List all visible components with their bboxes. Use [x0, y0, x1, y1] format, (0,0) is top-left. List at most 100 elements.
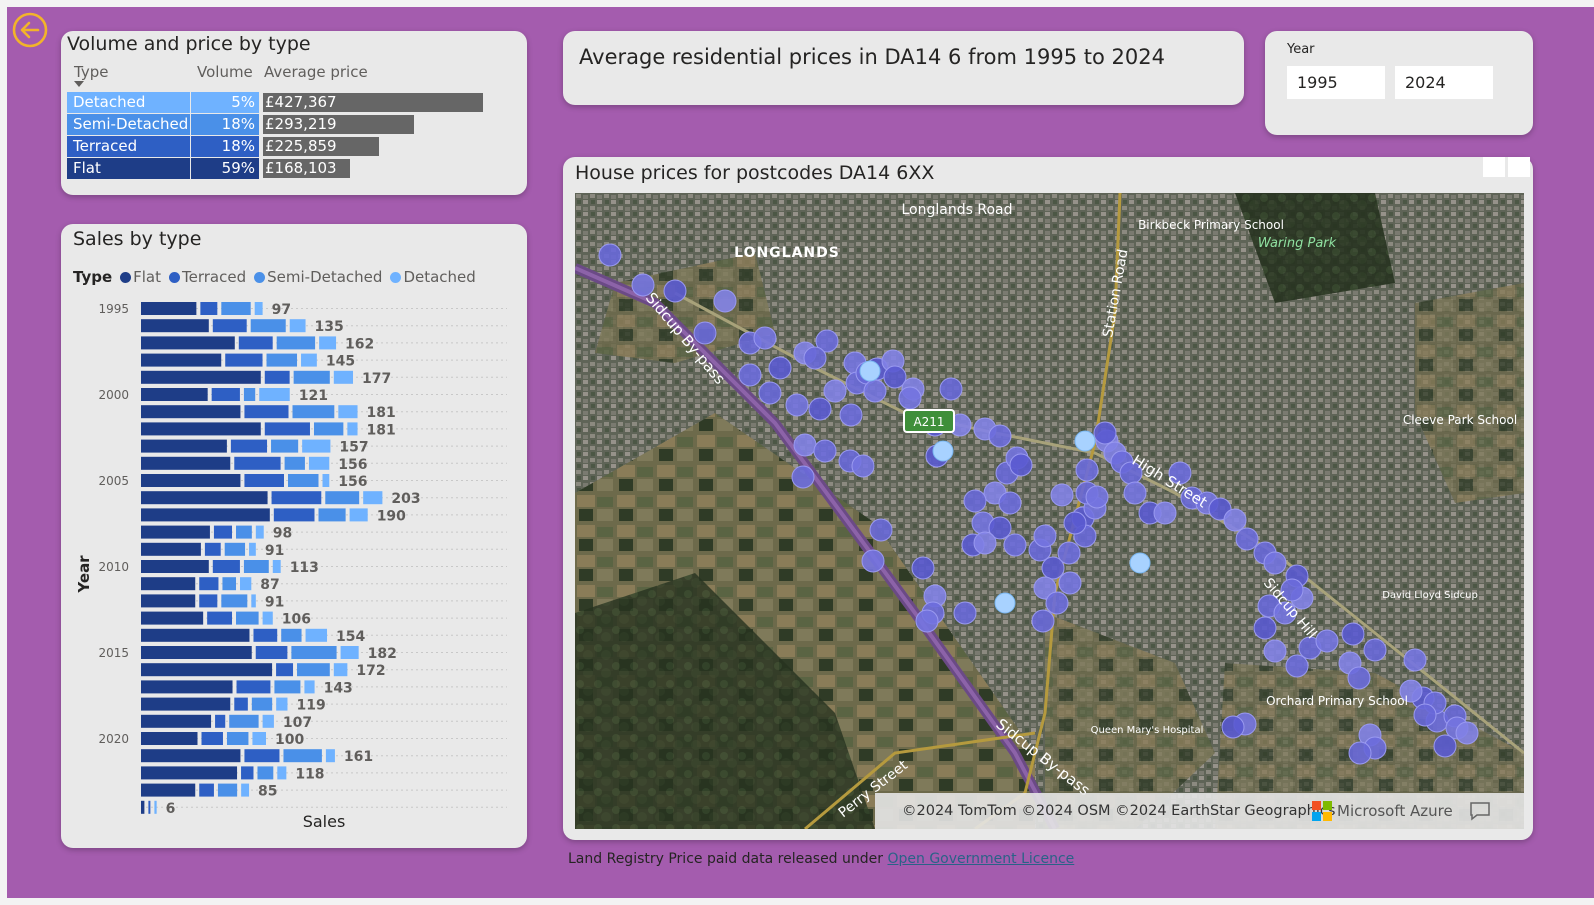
table-row[interactable]: Semi-Detached 18% £293,219: [67, 114, 507, 135]
bar-segment[interactable]: [283, 749, 322, 763]
bar-segment[interactable]: [224, 542, 246, 556]
bar-segment[interactable]: [201, 732, 223, 745]
bar-segment[interactable]: [241, 766, 254, 780]
map-price-dot[interactable]: [768, 356, 792, 380]
bar-segment[interactable]: [141, 388, 208, 401]
bar-segment[interactable]: [325, 749, 335, 763]
bar-segment[interactable]: [141, 732, 198, 745]
bar-segment[interactable]: [141, 800, 145, 814]
map-price-dot[interactable]: [803, 346, 827, 370]
bar-segment[interactable]: [259, 388, 290, 401]
bar-segment[interactable]: [305, 628, 328, 642]
map-price-dot[interactable]: [791, 465, 815, 489]
bar-segment[interactable]: [141, 405, 241, 419]
bar-segment[interactable]: [244, 405, 289, 419]
bar-segment[interactable]: [141, 370, 261, 384]
bar-segment[interactable]: [154, 800, 157, 814]
bar-segment[interactable]: [289, 319, 306, 333]
map-price-dot[interactable]: [808, 397, 832, 421]
bar-segment[interactable]: [313, 422, 344, 436]
table-row[interactable]: Detached 5% £427,367: [67, 92, 507, 113]
bar-segment[interactable]: [226, 732, 249, 745]
bar-segment[interactable]: [251, 594, 256, 608]
map-price-dot[interactable]: [1093, 421, 1117, 445]
map-price-dot[interactable]: [1057, 541, 1081, 565]
bar-segment[interactable]: [243, 388, 256, 401]
bar-segment[interactable]: [141, 577, 196, 591]
bar-segment[interactable]: [141, 680, 233, 694]
map-price-dot[interactable]: [1058, 571, 1082, 595]
year-from-input[interactable]: 1995: [1287, 66, 1385, 99]
bar-segment[interactable]: [230, 439, 268, 453]
bar-segment[interactable]: [302, 439, 331, 453]
map-price-dot[interactable]: [939, 377, 963, 401]
bar-segment[interactable]: [141, 439, 227, 453]
map-price-dot[interactable]: [823, 379, 847, 403]
bar-segment[interactable]: [363, 491, 383, 505]
bar-segment[interactable]: [229, 714, 259, 728]
bar-segment[interactable]: [338, 405, 358, 419]
bar-segment[interactable]: [234, 697, 248, 711]
bar-segment[interactable]: [141, 714, 212, 728]
bar-segment[interactable]: [347, 422, 358, 436]
map-price-dot[interactable]: [1009, 453, 1033, 477]
map-price-dot[interactable]: [793, 433, 817, 457]
bar-segment[interactable]: [141, 302, 197, 315]
bar-segment[interactable]: [141, 508, 270, 522]
bar-segment[interactable]: [293, 370, 330, 384]
bar-segment[interactable]: [141, 491, 268, 505]
map-price-dot[interactable]: [1223, 508, 1247, 532]
map-price-dot[interactable]: [1031, 609, 1055, 633]
map-price-dot[interactable]: [998, 491, 1022, 515]
map-price-dot[interactable]: [713, 289, 737, 313]
map-price-dot[interactable]: [813, 439, 837, 463]
bar-segment[interactable]: [308, 456, 330, 470]
map-price-dot[interactable]: [863, 379, 887, 403]
map-price-dot[interactable]: [861, 549, 885, 573]
bar-segment[interactable]: [211, 388, 240, 401]
map-price-dot[interactable]: [1085, 485, 1109, 509]
bar-segment[interactable]: [241, 783, 250, 797]
map-view[interactable]: Longlands Road LONGLANDS Birkbeck Primar…: [575, 193, 1524, 829]
bar-segment[interactable]: [236, 611, 259, 625]
map-price-dot[interactable]: [1050, 483, 1074, 507]
bar-segment[interactable]: [222, 577, 237, 591]
map-price-dot[interactable]: [1263, 639, 1287, 663]
map-price-dot[interactable]: [915, 609, 939, 633]
bar-segment[interactable]: [243, 560, 269, 573]
bar-segment[interactable]: [252, 732, 266, 745]
bar-segment[interactable]: [262, 611, 273, 625]
bar-segment[interactable]: [199, 783, 214, 797]
bar-segment[interactable]: [255, 646, 288, 659]
map-price-dot[interactable]: [859, 360, 881, 382]
map-price-dot[interactable]: [1285, 654, 1309, 678]
focus-mode-button[interactable]: [1483, 157, 1505, 177]
bar-segment[interactable]: [340, 646, 359, 659]
map-price-dot[interactable]: [994, 592, 1016, 614]
bar-segment[interactable]: [325, 491, 360, 505]
map-price-dot[interactable]: [1263, 551, 1287, 575]
map-price-dot[interactable]: [663, 279, 687, 303]
bar-segment[interactable]: [264, 422, 310, 436]
map-price-dot[interactable]: [1221, 715, 1245, 739]
more-options-button[interactable]: [1508, 157, 1530, 177]
bar-segment[interactable]: [264, 370, 290, 384]
bar-segment[interactable]: [141, 422, 261, 436]
bar-segment[interactable]: [292, 405, 335, 419]
bar-segment[interactable]: [274, 680, 301, 694]
map-price-dot[interactable]: [1045, 591, 1069, 615]
bar-segment[interactable]: [276, 663, 294, 677]
map-price-dot[interactable]: [1433, 734, 1457, 758]
bar-segment[interactable]: [266, 353, 298, 367]
bar-segment[interactable]: [251, 697, 273, 711]
bar-segment[interactable]: [291, 646, 337, 659]
bar-segment[interactable]: [141, 611, 204, 625]
map-price-dot[interactable]: [963, 489, 987, 513]
bar-segment[interactable]: [212, 319, 247, 333]
bar-segment[interactable]: [141, 353, 222, 367]
table-row[interactable]: Terraced 18% £225,859: [67, 136, 507, 157]
bar-segment[interactable]: [141, 749, 241, 763]
bar-segment[interactable]: [319, 336, 337, 350]
map-price-dot[interactable]: [1235, 527, 1259, 551]
map-price-dot[interactable]: [932, 440, 954, 462]
